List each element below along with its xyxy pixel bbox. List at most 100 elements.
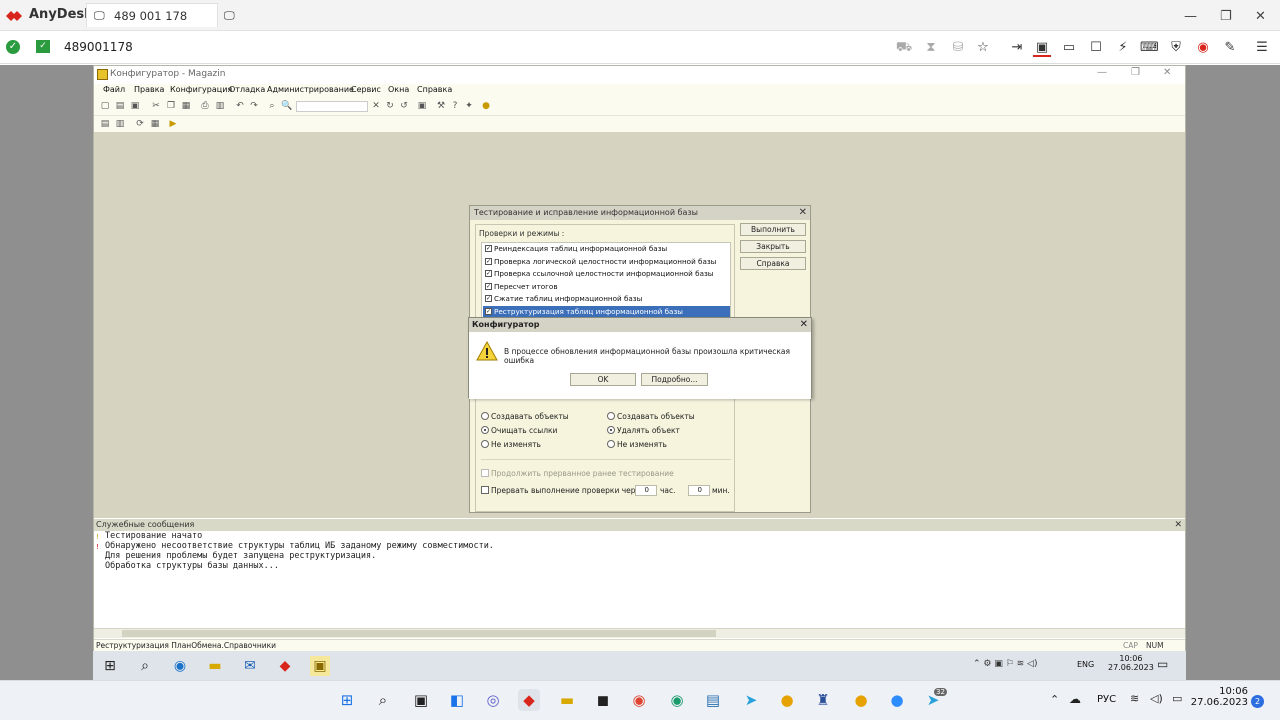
window-icon[interactable]: ▣ (416, 100, 428, 112)
radio-create-left[interactable]: Создавать объекты (481, 412, 569, 421)
onedrive-icon[interactable]: ☁ (1069, 692, 1081, 706)
minutes-spinner[interactable]: 0 (688, 485, 710, 496)
notifications-icon[interactable]: ▭ (1157, 657, 1168, 671)
zoom-icon[interactable]: ● (886, 689, 908, 711)
minimize-icon[interactable]: — (1184, 9, 1197, 24)
notification-badge[interactable]: 2 (1251, 695, 1264, 708)
preview-icon[interactable]: ▥ (214, 100, 226, 112)
close-panel-icon[interactable]: ✕ (1174, 519, 1182, 531)
widgets-icon[interactable]: ◧ (446, 689, 468, 711)
menu-help[interactable]: Справка (417, 85, 452, 94)
1c-enterprise-icon[interactable]: ● (850, 689, 872, 711)
privacy-icon[interactable]: ⛨ (1167, 39, 1185, 57)
chrome-icon[interactable]: ◉ (628, 689, 650, 711)
check-item[interactable]: ✓ Реиндексация таблиц информационной базы (483, 243, 730, 256)
config-tree-icon[interactable]: ▤ (99, 118, 111, 130)
help-tool-icon[interactable]: ? (449, 100, 461, 112)
chat-icon[interactable]: ☐ (1087, 39, 1105, 57)
checkbox-disabled[interactable] (481, 469, 489, 477)
ok-button[interactable]: OK (570, 373, 636, 386)
anydesk-taskbar-icon[interactable]: ◆ (275, 656, 295, 676)
new-tab-icon[interactable]: 🖵 (224, 9, 235, 23)
check-item[interactable]: ✓ Сжатие таблиц информационной базы (483, 293, 730, 306)
checkbox-checked[interactable]: ✓ (485, 282, 492, 290)
save-icon[interactable]: ▣ (129, 100, 141, 112)
edge-icon[interactable]: ◉ (170, 656, 190, 676)
volume-icon[interactable]: ◁) (1150, 692, 1163, 705)
continue-checkbox[interactable]: Продолжить прерванное ранее тестирование (481, 469, 674, 478)
menu-windows[interactable]: Окна (388, 85, 409, 94)
close-icon[interactable]: ✕ (1255, 9, 1266, 24)
tip-icon[interactable]: ✦ (463, 100, 475, 112)
zoom-icon[interactable]: 🔍 (281, 100, 293, 112)
menu-file[interactable]: Файл (103, 85, 125, 94)
paste-icon[interactable]: ▦ (180, 100, 192, 112)
checkbox-checked[interactable]: ✓ (485, 270, 492, 277)
run-debug-icon[interactable]: ▶ (167, 118, 179, 130)
session-tab[interactable]: 🖵 489 001 178 (86, 3, 218, 27)
radio-create-right[interactable]: Создавать объекты (607, 412, 695, 421)
undo-icon[interactable]: ↶ (234, 100, 246, 112)
redo-icon[interactable]: ↷ (248, 100, 260, 112)
close-icon[interactable]: ✕ (800, 318, 808, 332)
radio-delete-object[interactable]: Удалять объект (607, 426, 680, 435)
open-folder-icon[interactable]: ▤ (114, 100, 126, 112)
screen-icon[interactable]: ▭ (1060, 39, 1078, 57)
config-db-icon[interactable]: ▥ (114, 118, 126, 130)
windows-start-icon[interactable]: ⊞ (100, 656, 120, 676)
search-icon[interactable]: ⌕ (372, 689, 394, 711)
checkbox-checked[interactable]: ✓ (485, 307, 492, 315)
1c-icon[interactable]: ● (776, 689, 798, 711)
menu-service[interactable]: Сервис (351, 85, 381, 94)
language-indicator[interactable]: РУС (1097, 694, 1116, 705)
print-icon[interactable]: ⎙ (199, 100, 211, 112)
radio-nochange-left[interactable]: Не изменять (481, 440, 541, 449)
windows-start-icon[interactable]: ⊞ (336, 689, 358, 711)
remote-clock[interactable]: 10:06 27.06.2023 (1108, 654, 1154, 672)
run-button[interactable]: Выполнить (740, 223, 806, 236)
network-app-icon[interactable]: ▤ (702, 689, 724, 711)
details-button[interactable]: Подробно... (641, 373, 708, 386)
keyboard-icon[interactable]: ⌨ (1140, 39, 1159, 57)
1c-taskbar-icon[interactable]: ▣ (310, 656, 330, 676)
menu-debug[interactable]: Отладка (229, 85, 265, 94)
new-file-icon[interactable]: ▢ (99, 100, 111, 112)
checkbox-unchecked[interactable] (481, 486, 489, 494)
check-item[interactable]: ✓ Проверка ссылочной целостности информац… (483, 268, 730, 281)
task-view-icon[interactable]: ▣ (410, 689, 432, 711)
copy-icon[interactable]: ❐ (165, 100, 177, 112)
telegram-icon[interactable]: ➤ (740, 689, 762, 711)
remote-lang[interactable]: ENG (1077, 660, 1094, 669)
radio-off[interactable] (481, 412, 489, 420)
tool-icon[interactable]: ⚒ (435, 100, 447, 112)
teams-chat-icon[interactable]: ◎ (482, 689, 504, 711)
radio-off[interactable] (481, 440, 489, 448)
checkbox-checked[interactable]: ✓ (485, 257, 492, 265)
file-explorer-icon[interactable]: ▬ (556, 689, 578, 711)
wifi-icon[interactable]: ≋ (1130, 692, 1139, 705)
explorer-icon[interactable]: ▬ (205, 656, 225, 676)
check-item[interactable]: ✓ Пересчет итогов (483, 281, 730, 294)
radio-nochange-right[interactable]: Не изменять (607, 440, 667, 449)
1c-admin-icon[interactable]: ♜ (812, 689, 834, 711)
clock[interactable]: 10:06 27.06.2023 (1190, 686, 1248, 708)
interrupt-checkbox[interactable]: Прервать выполнение проверки чер... (481, 486, 643, 495)
help-button[interactable]: Справка (740, 257, 806, 270)
favorite-icon[interactable]: ☆ (974, 39, 992, 57)
menu-administration[interactable]: Администрирование (267, 85, 354, 94)
search-combo[interactable] (296, 101, 368, 112)
maximize-icon[interactable]: ❐ (1220, 9, 1232, 24)
find-prev-icon[interactable]: ↺ (398, 100, 410, 112)
radio-off[interactable] (607, 440, 615, 448)
scrollbar-thumb[interactable] (122, 630, 716, 637)
check-item[interactable]: ✓ Проверка логической целостности информа… (483, 256, 730, 269)
info-icon[interactable]: ● (480, 100, 492, 112)
radio-on[interactable] (607, 426, 615, 434)
mail-icon[interactable]: ✉ (240, 656, 260, 676)
close-button[interactable]: Закрыть (740, 240, 806, 253)
display-icon[interactable]: ▣ (1033, 39, 1051, 57)
menu-edit[interactable]: Правка (134, 85, 164, 94)
whiteboard-icon[interactable]: ✎ (1221, 39, 1239, 57)
anydesk-taskbar-icon[interactable]: ◆ (518, 689, 540, 711)
maximize-icon[interactable]: ❐ (1131, 67, 1140, 78)
